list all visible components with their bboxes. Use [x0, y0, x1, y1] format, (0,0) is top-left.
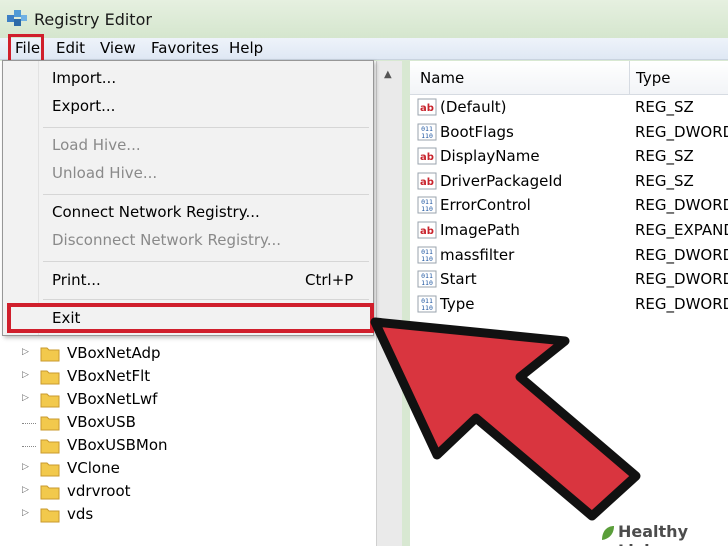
watermark: Healthy Living [596, 520, 728, 546]
leaf-icon [602, 526, 614, 540]
pointer-arrow-icon [370, 317, 641, 521]
watermark-text: Healthy Living [618, 522, 688, 546]
